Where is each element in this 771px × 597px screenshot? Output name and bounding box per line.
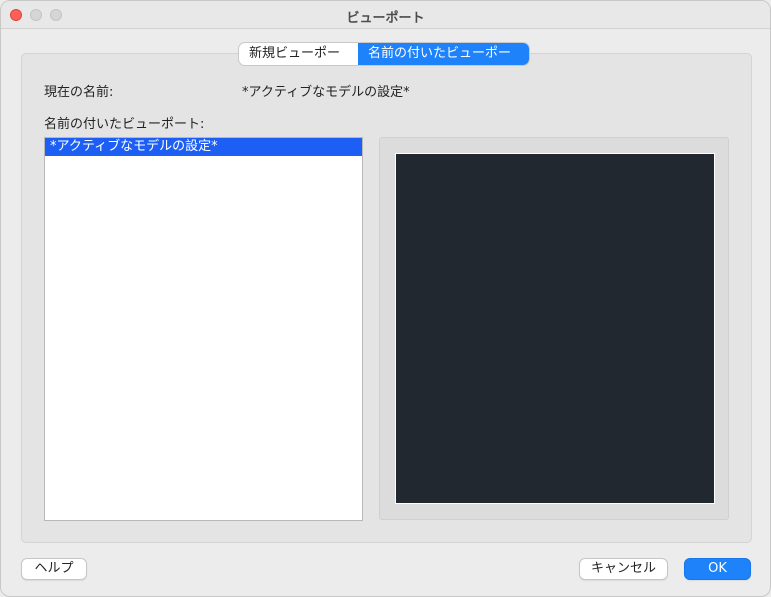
cancel-button[interactable]: キャンセル <box>579 558 668 580</box>
list-item[interactable]: *アクティブなモデルの設定* <box>45 138 362 156</box>
viewport-dialog: ビューポート 新規ビューポート 名前の付いたビューポート 現在の名前: *アクテ… <box>0 0 771 597</box>
ok-button[interactable]: OK <box>684 558 751 580</box>
named-viewports-label: 名前の付いたビューポート: <box>44 117 205 132</box>
title-bar: ビューポート <box>1 1 770 29</box>
help-button[interactable]: ヘルプ <box>21 558 87 580</box>
current-name-value: *アクティブなモデルの設定* <box>242 85 410 100</box>
window-title: ビューポート <box>346 11 425 26</box>
tab-named-viewports[interactable]: 名前の付いたビューポート <box>358 43 529 65</box>
current-name-label: 現在の名前: <box>44 85 114 100</box>
viewport-preview <box>395 153 715 504</box>
preview-frame <box>379 137 729 520</box>
viewport-tabs: 新規ビューポート 名前の付いたビューポート <box>239 43 529 65</box>
tab-new-viewports[interactable]: 新規ビューポート <box>239 43 358 65</box>
named-viewports-list[interactable]: *アクティブなモデルの設定* <box>44 137 363 521</box>
